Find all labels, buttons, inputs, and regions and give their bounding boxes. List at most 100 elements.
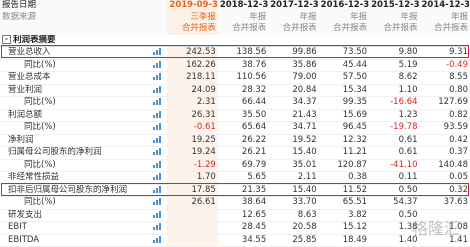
row-chart-button[interactable] [151,134,168,147]
cell-value: 138.56 [217,46,269,60]
source-0: 合并报表 [167,23,218,35]
bar-chart-icon[interactable] [153,210,162,218]
bar-chart-icon[interactable] [153,48,162,55]
cell-value: 1.23 [369,109,420,122]
bar-chart-icon[interactable] [153,73,162,80]
cell-value: 8.62 [369,71,420,85]
cell-value: 0.42 [419,134,470,147]
cell-value: 20.58 [268,221,319,235]
row-label: 研发支出 [0,209,152,222]
source-5: 合并报表 [419,23,470,35]
row-chart-button[interactable] [151,196,168,210]
collapse-icon[interactable]: - [2,34,11,44]
date-col-3[interactable]: 2016-12-31 [318,0,370,12]
cell-value: 34.37 [268,96,319,110]
table-row: 研发支出 12.65 8.63 3.82 0.50 [0,209,470,222]
row-label: 营业总成本 [0,71,152,85]
cell-value: 15.40 [268,184,319,197]
cell-value: 19.52 [268,134,319,147]
bar-chart-icon[interactable] [153,148,162,155]
watermark: 格隆汇 [411,219,460,238]
cell-value: 65.51 [318,196,370,210]
cell-value: -16.64 [369,96,420,110]
table-row: 同比(%) 2.31 66.44 34.37 99.35 -16.64 127.69 [0,96,470,110]
table-row: 利润总额 26.31 35.50 21.43 15.69 1.23 0.82 [0,109,470,122]
bar-chart-icon[interactable] [153,85,162,93]
cell-value: 0.37 [419,146,470,160]
cell-value: 2.31 [167,96,218,110]
table-row: EBIT 28.45 20.58 15.12 1.38 1.08 [0,221,470,235]
bar-chart-icon[interactable] [153,198,162,205]
bar-chart-icon[interactable] [153,223,162,230]
bar-chart-icon[interactable] [153,98,162,105]
row-chart-button[interactable] [151,109,168,122]
bar-chart-icon[interactable] [153,123,162,130]
date-col-5[interactable]: 2014-12-31 [419,0,470,12]
header-period-row: 数据来源 三季报 年报 年报 年报 年报 年报 [0,11,470,23]
table-row: 营业总收入 242.53 138.56 99.86 73.50 9.80 9.31 [0,46,470,60]
cell-value: 66.44 [217,96,269,110]
cell-value: 15.69 [318,109,370,122]
cell-value: 162.26 [167,59,218,72]
cell-value: 15.40 [268,146,319,160]
bar-chart-icon[interactable] [153,160,162,168]
bar-chart-icon[interactable] [153,173,162,180]
period-type-1: 年报 [217,11,269,23]
date-col-2[interactable]: 2017-12-31 [268,0,319,12]
row-chart-button[interactable] [151,96,168,110]
cell-value: 38.64 [217,196,269,210]
source-2: 合并报表 [268,23,319,35]
cell-value: 9.80 [369,46,420,60]
financial-table: 报告日期 2019-09-30 2018-12-31 2017-12-31 20… [0,0,470,247]
cell-value: 79.00 [268,71,319,85]
bar-chart-icon[interactable] [153,185,162,193]
cell-value: -0.49 [419,59,470,72]
cell-value: 15.34 [318,84,370,97]
cell-value: 26.21 [217,146,269,160]
cell-value: 8.63 [268,209,319,222]
row-chart-button[interactable] [151,146,168,160]
cell-value: 0.32 [419,184,470,197]
row-chart-button[interactable] [151,121,168,135]
cell-value: 0.50 [369,184,420,197]
date-col-4[interactable]: 2015-12-31 [369,0,420,12]
cell-value: 5.65 [217,171,269,185]
row-chart-button[interactable] [151,221,168,235]
cell-value: 0.61 [369,134,420,147]
cell-value: 54.37 [369,196,420,210]
bar-chart-icon[interactable] [153,110,162,118]
report-date-label: 报告日期 [0,0,152,12]
row-chart-button[interactable] [151,59,168,72]
bar-chart-icon[interactable] [153,135,162,143]
section-header[interactable]: - 利润表摘要 [0,34,470,47]
cell-value: 26.61 [167,196,218,210]
cell-value: 140.48 [419,159,470,172]
cell-value: 0.05 [419,171,470,185]
row-chart-button[interactable] [151,171,168,185]
table-row: 营业总成本 218.11 110.56 79.00 57.50 8.62 8.55 [0,71,470,85]
row-chart-button[interactable] [151,209,168,222]
date-col-1[interactable]: 2018-12-31 [217,0,269,12]
row-chart-button[interactable] [151,159,168,172]
source-1: 合并报表 [217,23,269,35]
data-source-label: 数据来源 [0,11,152,23]
cell-value: 0.82 [419,109,470,122]
cell-value: 37.63 [419,196,470,210]
row-label: 扣非后归属母公司股东的净利润 [0,184,152,197]
date-col-0[interactable]: 2019-09-30 [167,0,218,12]
cell-value: 21.35 [217,184,269,197]
row-label: 非经常性损益 [0,171,152,185]
row-chart-button[interactable] [151,184,168,197]
bar-chart-icon[interactable] [153,235,162,243]
row-label: 同比(%) [0,196,152,210]
cell-value: 120.87 [318,159,370,172]
row-chart-button[interactable] [151,71,168,85]
bar-chart-icon[interactable] [153,60,162,68]
cell-value: 57.50 [318,71,370,85]
cell-value: -41.10 [369,159,420,172]
cell-value: 99.35 [318,96,370,110]
cell-value: 26.22 [217,134,269,147]
row-chart-button[interactable] [151,84,168,97]
table-row: 净利润 19.25 26.22 19.52 12.32 0.61 0.42 [0,134,470,147]
row-chart-button[interactable] [151,46,168,60]
